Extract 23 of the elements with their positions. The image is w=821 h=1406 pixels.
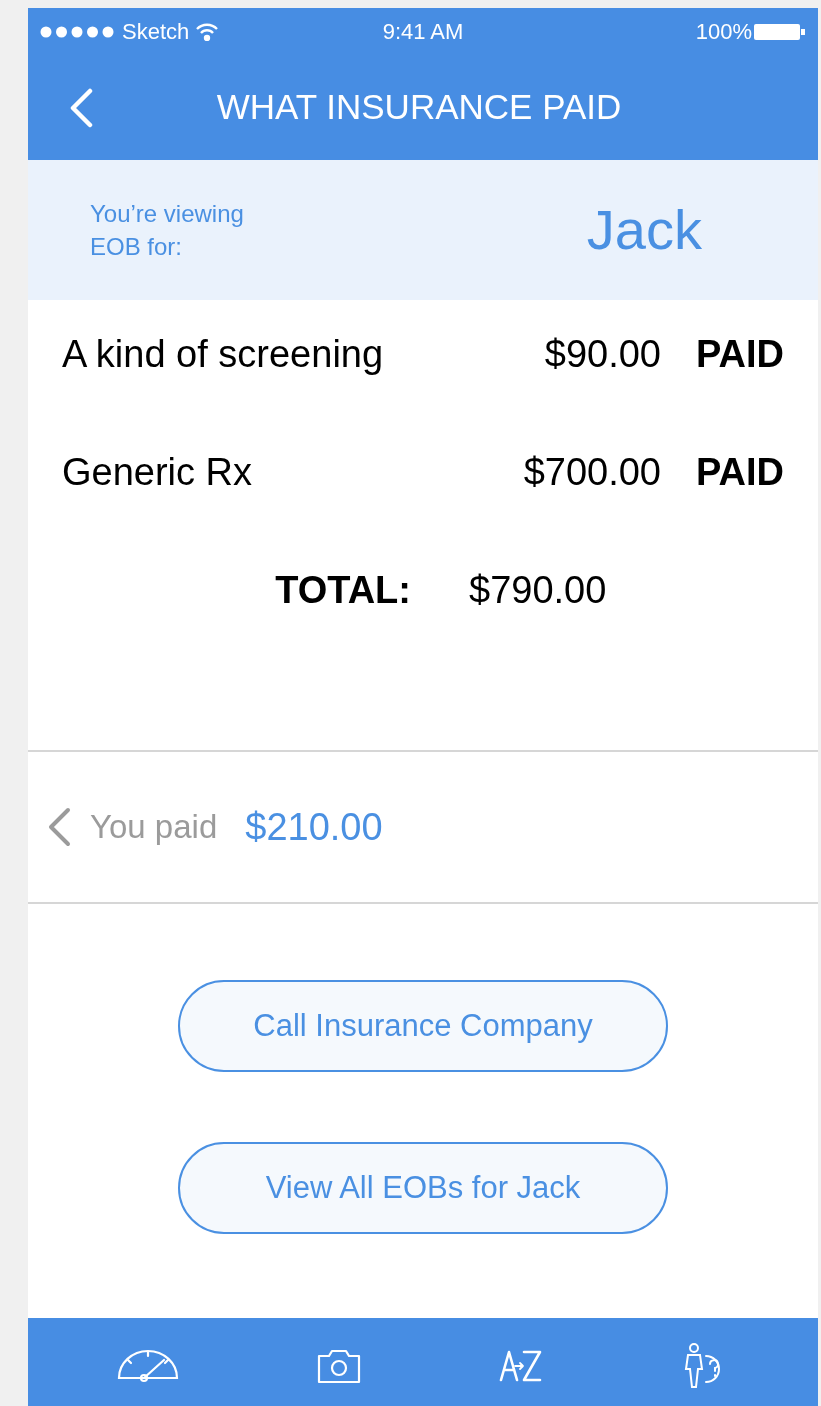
claim-status: PAID: [695, 332, 784, 377]
battery-icon: [754, 21, 806, 42]
you-paid-amount: $210.00: [245, 804, 383, 850]
battery-percent: 100%: [695, 18, 752, 46]
chevron-left-icon[interactable]: [46, 807, 72, 847]
action-button[interactable]: Call Insurance Company: [178, 980, 668, 1072]
signal-icon: [40, 25, 116, 38]
page-title: WHAT INSURANCE PAID: [216, 86, 623, 129]
you-paid-label: You paid: [90, 807, 218, 848]
claim-description: Generic Rx: [62, 450, 254, 495]
action-button[interactable]: View All EOBs for Jack: [178, 1142, 668, 1234]
total-label: TOTAL:: [274, 568, 411, 613]
carrier-name: Sketch: [122, 18, 190, 46]
total-amount: $790.00: [469, 568, 607, 613]
claim-description: A kind of screening: [62, 332, 385, 377]
member-name: Jack: [586, 197, 702, 263]
claim-amount: $90.00: [543, 332, 661, 377]
claim-status: PAID: [695, 450, 784, 495]
wifi-icon: [195, 22, 220, 41]
back-icon[interactable]: [68, 87, 94, 128]
viewer-label: You’re viewing EOB for:: [90, 199, 245, 262]
claim-amount: $700.00: [522, 450, 661, 495]
status-time: 9:41 AM: [382, 18, 464, 46]
